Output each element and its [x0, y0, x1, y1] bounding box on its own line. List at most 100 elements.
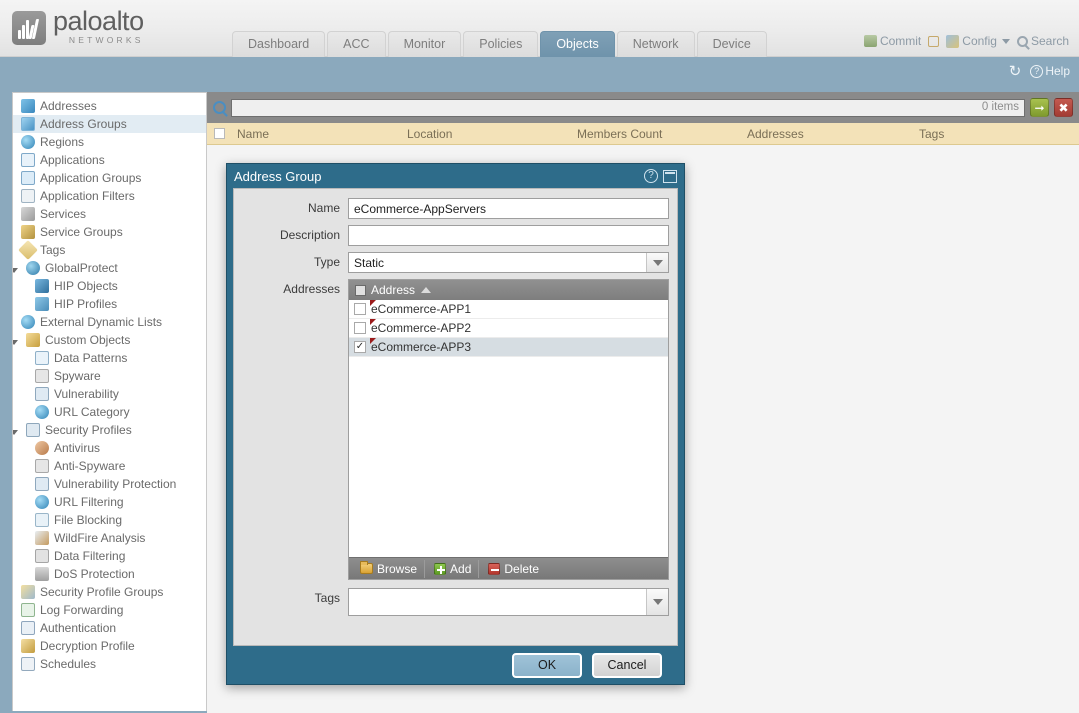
search-label: Search [1030, 34, 1069, 48]
sidebar-item-log-forwarding[interactable]: Log Forwarding [13, 601, 206, 619]
search-button[interactable]: Search [1016, 34, 1069, 48]
addresses-column-header[interactable]: Address [371, 283, 415, 297]
tab-acc[interactable]: ACC [327, 31, 386, 57]
description-input[interactable] [348, 225, 669, 246]
sidebar-item-data-patterns[interactable]: Data Patterns [13, 349, 206, 367]
chevron-down-icon[interactable] [646, 589, 668, 615]
sidebar-item-security-profile-groups[interactable]: Security Profile Groups [13, 583, 206, 601]
clear-filter-button[interactable]: ✖ [1054, 98, 1073, 117]
ok-button[interactable]: OK [512, 652, 582, 678]
twisty-icon[interactable] [13, 336, 21, 345]
table-row[interactable]: eCommerce-APP3 [349, 338, 668, 357]
add-button[interactable]: Add [427, 559, 480, 578]
sidebar-item-label: Security Profile Groups [40, 585, 164, 599]
antivirus-icon [35, 441, 49, 455]
column-header-location[interactable]: Location [401, 127, 571, 141]
type-label: Type [313, 255, 340, 269]
twisty-icon[interactable] [13, 264, 21, 273]
help-button[interactable]: ? Help [1030, 64, 1070, 78]
browse-button[interactable]: Browse [353, 559, 426, 578]
commit-button[interactable]: Commit [863, 34, 921, 48]
row-checkbox[interactable] [354, 341, 366, 353]
paloalto-logo: paloalto NETWORKS [12, 8, 144, 45]
table-row[interactable]: eCommerce-APP1 [349, 300, 668, 319]
type-select[interactable]: Static [348, 252, 669, 273]
sidebar-item-addresses[interactable]: Addresses [13, 97, 206, 115]
tab-dashboard[interactable]: Dashboard [232, 31, 326, 57]
help-icon[interactable]: ? [644, 169, 658, 183]
sidebar-item-hip-objects[interactable]: HIP Objects [13, 277, 206, 295]
addresses-toolbar: Browse Add Delete [349, 557, 668, 579]
sidebar-item-label: Authentication [40, 621, 117, 635]
sidebar-item-url-category[interactable]: URL Category [13, 403, 206, 421]
column-header-members-count[interactable]: Members Count [571, 127, 741, 141]
sidebar-item-address-groups[interactable]: Address Groups [13, 115, 206, 133]
palo-alto-web-interface: paloalto NETWORKS Dashboard ACC Monitor … [0, 0, 1079, 713]
search-icon[interactable] [213, 101, 226, 114]
addresses-table-header: Address [349, 280, 668, 300]
sort-ascending-icon[interactable] [421, 287, 432, 293]
sidebar-item-authentication[interactable]: Authentication [13, 619, 206, 637]
minus-icon [488, 562, 501, 575]
sidebar-item-applications[interactable]: Applications [13, 151, 206, 169]
application-icon [21, 153, 35, 167]
tab-objects[interactable]: Objects [540, 31, 615, 57]
name-input[interactable] [348, 198, 669, 219]
sidebar-item-vulnerability-protection[interactable]: Vulnerability Protection [13, 475, 206, 493]
tab-policies[interactable]: Policies [463, 31, 539, 57]
sidebar-item-application-groups[interactable]: Application Groups [13, 169, 206, 187]
sidebar-item-dos-protection[interactable]: DoS Protection [13, 565, 206, 583]
external-dynamic-list-icon [21, 315, 35, 329]
minimize-icon[interactable] [663, 169, 677, 183]
sidebar-item-service-groups[interactable]: Service Groups [13, 223, 206, 241]
column-header-addresses[interactable]: Addresses [741, 127, 913, 141]
row-checkbox[interactable] [354, 322, 366, 334]
sidebar-item-security-profiles[interactable]: Security Profiles [13, 421, 206, 439]
column-header-name[interactable]: Name [231, 127, 401, 141]
select-all-addresses-checkbox[interactable] [349, 284, 371, 296]
application-group-icon [21, 171, 35, 185]
sidebar-item-globalprotect[interactable]: GlobalProtect [13, 259, 206, 277]
sidebar-item-external-dynamic-lists[interactable]: External Dynamic Lists [13, 313, 206, 331]
cancel-button[interactable]: Cancel [592, 652, 662, 678]
apply-filter-button[interactable]: ➞ [1030, 98, 1049, 117]
address-group-icon [21, 117, 35, 131]
chevron-down-icon[interactable] [646, 253, 668, 272]
sidebar-item-tags[interactable]: Tags [13, 240, 206, 260]
delete-button[interactable]: Delete [481, 560, 546, 578]
sidebar-item-file-blocking[interactable]: File Blocking [13, 511, 206, 529]
address-name: eCommerce-APP3 [371, 340, 472, 354]
sidebar-item-services[interactable]: Services [13, 205, 206, 223]
twisty-icon[interactable] [13, 426, 21, 435]
sidebar-item-decryption-profile[interactable]: Decryption Profile [13, 637, 206, 655]
sidebar-item-spyware[interactable]: Spyware [13, 367, 206, 385]
sidebar-item-label: Schedules [40, 657, 97, 671]
top-header: paloalto NETWORKS Dashboard ACC Monitor … [0, 0, 1079, 57]
lock-icon[interactable] [928, 35, 940, 47]
tab-device[interactable]: Device [696, 31, 767, 57]
sidebar-item-wildfire-analysis[interactable]: WildFire Analysis [13, 529, 206, 547]
sidebar-item-schedules[interactable]: Schedules [13, 655, 206, 673]
sidebar-item-anti-spyware[interactable]: Anti-Spyware [13, 457, 206, 475]
sidebar-item-vulnerability[interactable]: Vulnerability [13, 385, 206, 403]
tab-network[interactable]: Network [616, 31, 695, 57]
sidebar-item-url-filtering[interactable]: URL Filtering [13, 493, 206, 511]
sidebar-item-regions[interactable]: Regions [13, 133, 206, 151]
tags-select[interactable] [348, 588, 669, 616]
sidebar-item-custom-objects[interactable]: Custom Objects [13, 331, 206, 349]
modified-marker-icon [370, 338, 376, 344]
sidebar-item-data-filtering[interactable]: Data Filtering [13, 547, 206, 565]
column-header-tags[interactable]: Tags [913, 127, 1079, 141]
search-input[interactable] [231, 98, 1025, 117]
row-checkbox[interactable] [354, 303, 366, 315]
config-menu[interactable]: Config [946, 34, 1010, 48]
refresh-icon[interactable]: ↻ [1009, 62, 1022, 80]
sidebar-item-antivirus[interactable]: Antivirus [13, 439, 206, 457]
tab-monitor[interactable]: Monitor [387, 31, 462, 57]
sidebar-item-hip-profiles[interactable]: HIP Profiles [13, 295, 206, 313]
sidebar-item-application-filters[interactable]: Application Filters [13, 187, 206, 205]
field-row-tags: Tags [242, 588, 669, 616]
select-all-checkbox[interactable] [207, 128, 231, 139]
table-row[interactable]: eCommerce-APP2 [349, 319, 668, 338]
dialog-footer: OK Cancel [227, 646, 684, 684]
